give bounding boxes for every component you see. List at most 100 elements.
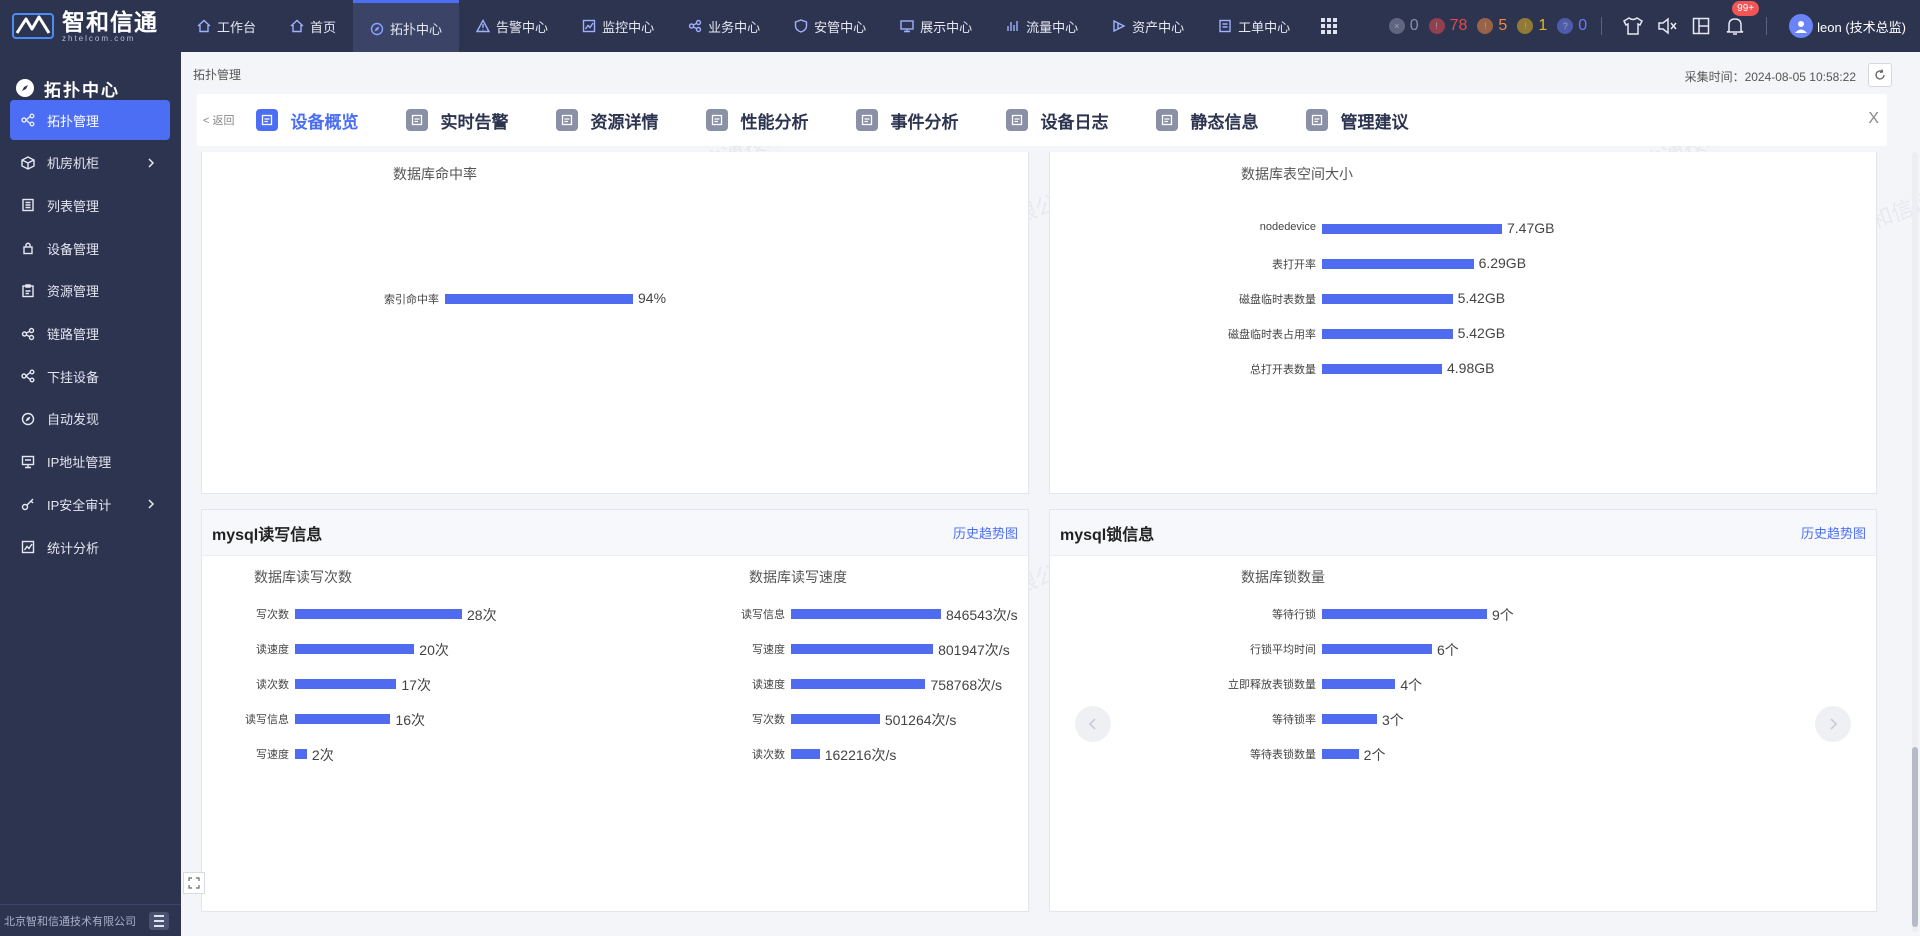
sidebar-item-8[interactable]: IP地址管理 bbox=[10, 442, 170, 482]
nav-item-6[interactable]: 安管中心 bbox=[777, 0, 883, 52]
bar[interactable] bbox=[791, 609, 941, 619]
sidebar-item-1[interactable]: 机房机柜 bbox=[10, 143, 170, 183]
bar[interactable] bbox=[295, 644, 415, 654]
home-icon bbox=[197, 19, 211, 33]
tab-1[interactable]: 实时告警 bbox=[406, 108, 508, 133]
layout-icon[interactable] bbox=[1690, 15, 1712, 37]
compass-icon bbox=[370, 22, 384, 36]
nav-item-10[interactable]: 工单中心 bbox=[1201, 0, 1307, 52]
tab-0[interactable]: 设备概览 bbox=[256, 108, 358, 133]
nav-item-9[interactable]: 资产中心 bbox=[1095, 0, 1201, 52]
brand-logo[interactable]: 智和信通 zhtelcom.com bbox=[0, 0, 180, 52]
bar[interactable] bbox=[1322, 364, 1442, 374]
nav-item-1[interactable]: 首页 bbox=[273, 0, 353, 52]
tab-label: 静态信息 bbox=[1190, 112, 1259, 132]
alarm-counter-2[interactable]: ! 5 bbox=[1477, 17, 1507, 35]
tab-icon bbox=[706, 109, 729, 131]
sidebar-item-label: 链路管理 bbox=[47, 327, 100, 342]
fullscreen-button[interactable] bbox=[183, 872, 205, 894]
carousel-next-button[interactable] bbox=[1815, 706, 1851, 742]
sidebar-item-10[interactable]: 统计分析 bbox=[10, 527, 170, 567]
notification-bell-icon[interactable]: 99+ bbox=[1724, 1, 1760, 37]
sidebar-item-7[interactable]: 自动发现 bbox=[10, 399, 170, 439]
sidebar-item-6[interactable]: 下挂设备 bbox=[10, 356, 170, 396]
bar[interactable] bbox=[791, 714, 880, 724]
bar[interactable] bbox=[791, 679, 926, 689]
bar[interactable] bbox=[1322, 679, 1396, 689]
bar[interactable] bbox=[295, 714, 391, 724]
bar[interactable] bbox=[1322, 609, 1487, 619]
bar-row: 读次数 162216次/s bbox=[752, 747, 1061, 763]
bar[interactable] bbox=[1322, 224, 1502, 234]
nav-item-0[interactable]: 工作台 bbox=[180, 0, 273, 52]
alarm-count: 0 bbox=[1578, 17, 1588, 34]
nav-item-label: 告警中心 bbox=[496, 19, 549, 35]
carousel-prev-button[interactable] bbox=[1075, 706, 1111, 742]
close-button[interactable]: X bbox=[1868, 110, 1879, 128]
nav-item-2[interactable]: 拓扑中心 bbox=[353, 0, 460, 52]
sidebar-item-0[interactable]: 拓扑管理 bbox=[10, 100, 170, 140]
tab-6[interactable]: 静态信息 bbox=[1156, 108, 1258, 133]
refresh-icon bbox=[1875, 69, 1885, 80]
tab-7[interactable]: 管理建议 bbox=[1306, 108, 1408, 133]
home-icon bbox=[290, 19, 304, 33]
sidebar-item-3[interactable]: 设备管理 bbox=[10, 228, 170, 268]
bar-row: 读写信息 16次 bbox=[245, 712, 582, 728]
bar[interactable] bbox=[1322, 329, 1453, 339]
sidebar-title: 拓扑中心 bbox=[44, 80, 120, 100]
nav-item-3[interactable]: 告警中心 bbox=[459, 0, 565, 52]
bar[interactable] bbox=[1322, 259, 1474, 269]
app-grid-icon[interactable] bbox=[1321, 18, 1338, 34]
bar[interactable] bbox=[445, 294, 633, 304]
breadcrumb[interactable]: 拓扑管理 bbox=[193, 66, 241, 83]
bar[interactable] bbox=[295, 749, 307, 759]
bar[interactable] bbox=[1322, 749, 1359, 759]
alarm-counter-4[interactable]: ? 0 bbox=[1557, 17, 1587, 35]
alarm-counter-1[interactable]: ! 78 bbox=[1428, 17, 1467, 35]
chevron-right-icon bbox=[1830, 718, 1838, 730]
bar[interactable] bbox=[791, 644, 934, 654]
bar[interactable] bbox=[1322, 294, 1453, 304]
sidebar-item-5[interactable]: 链路管理 bbox=[10, 314, 170, 354]
user-menu[interactable]: leon (技术总监) bbox=[1789, 14, 1906, 38]
nav-item-7[interactable]: 展示中心 bbox=[883, 0, 989, 52]
nav-item-4[interactable]: 监控中心 bbox=[565, 0, 671, 52]
chevron-left-icon bbox=[1088, 718, 1096, 730]
shirt-icon[interactable] bbox=[1622, 15, 1644, 37]
resource-icon bbox=[21, 284, 35, 298]
alarm-count: 5 bbox=[1498, 17, 1508, 34]
bar[interactable] bbox=[295, 609, 462, 619]
bar-category-label: 读速度 bbox=[256, 644, 289, 656]
tab-4[interactable]: 事件分析 bbox=[856, 108, 958, 133]
bar[interactable] bbox=[1322, 714, 1377, 724]
back-link[interactable]: < 返回 bbox=[203, 112, 234, 128]
tab-label: 设备概览 bbox=[290, 112, 359, 132]
sidebar-item-4[interactable]: 资源管理 bbox=[10, 271, 170, 311]
refresh-button[interactable] bbox=[1868, 63, 1892, 87]
mute-icon[interactable] bbox=[1656, 15, 1678, 37]
tab-3[interactable]: 性能分析 bbox=[706, 108, 808, 133]
nav-item-8[interactable]: 流量中心 bbox=[989, 0, 1095, 52]
menu-toggle-icon[interactable] bbox=[149, 912, 169, 930]
sidebar-item-label: IP安全审计 bbox=[47, 497, 112, 513]
list-icon bbox=[21, 198, 35, 212]
history-trend-link[interactable]: 历史趋势图 bbox=[1801, 523, 1866, 542]
scrollbar[interactable] bbox=[1912, 152, 1918, 932]
nav-item-5[interactable]: 业务中心 bbox=[671, 0, 777, 52]
tab-5[interactable]: 设备日志 bbox=[1006, 108, 1108, 133]
scrollbar-thumb[interactable] bbox=[1912, 747, 1918, 927]
bar-row: 磁盘临时表占用率 5.42GB bbox=[1228, 325, 1622, 341]
sidebar: 拓扑中心 拓扑管理 机房机柜 列表管理 设备管理 资源管理链路管理下挂设备 自动发现 IP地… bbox=[0, 52, 181, 936]
bar[interactable] bbox=[295, 679, 397, 689]
sidebar-item-2[interactable]: 列表管理 bbox=[10, 185, 170, 225]
alarm-counter-3[interactable]: ! 1 bbox=[1517, 17, 1547, 35]
mysql-rw-panel: mysql读写信息 历史趋势图 数据库读写次数 写次数 28次 读速度 20次 读次数 17… bbox=[201, 509, 1029, 912]
history-trend-link[interactable]: 历史趋势图 bbox=[953, 523, 1018, 542]
tab-2[interactable]: 资源详情 bbox=[556, 108, 658, 133]
bar[interactable] bbox=[1322, 644, 1432, 654]
bar[interactable] bbox=[791, 749, 820, 759]
compass-icon bbox=[16, 79, 34, 97]
bar-category-label: 写次数 bbox=[256, 609, 289, 621]
sidebar-item-9[interactable]: IP安全审计 bbox=[10, 484, 170, 524]
alarm-counter-0[interactable]: × 0 bbox=[1388, 17, 1419, 35]
